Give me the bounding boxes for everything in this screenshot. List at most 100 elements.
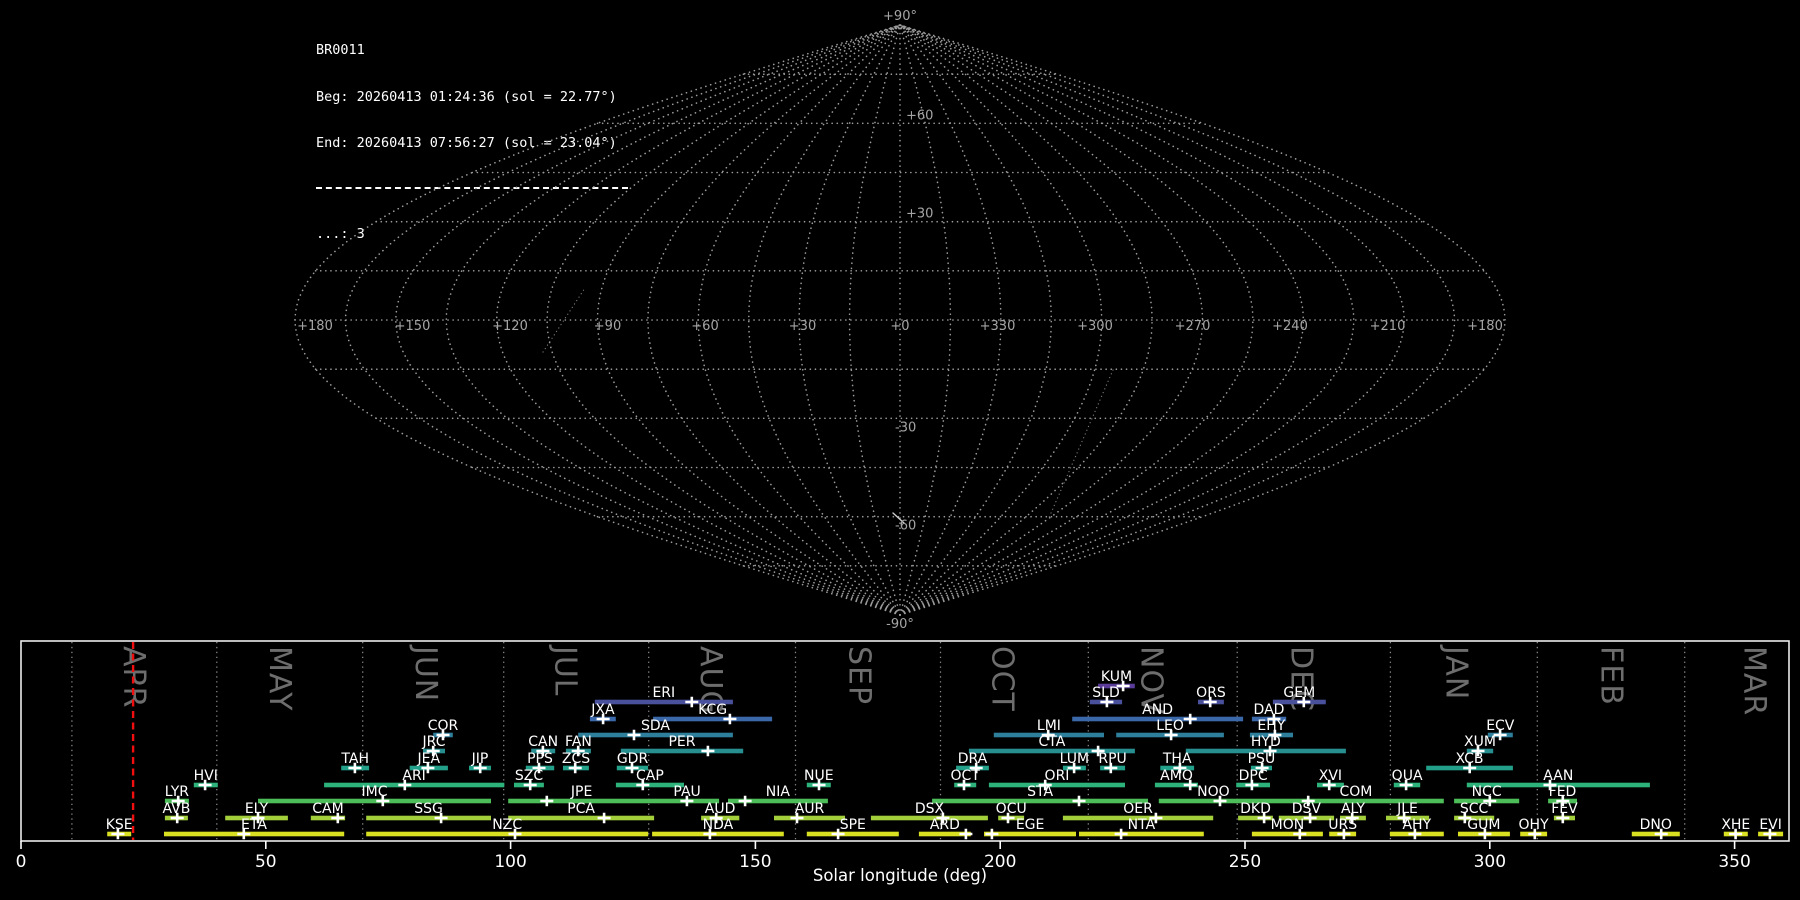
- shower-bars: KUMERI SLD ORS GEMJXA KCG AND DADCOR SDA LMI LEO E…: [106, 669, 1784, 840]
- svg-text:+300: +300: [1077, 319, 1113, 334]
- x-tick-label: 0: [16, 852, 27, 872]
- shower-avb: AVB: [162, 801, 190, 824]
- shower-ahy: AHY: [1389, 817, 1444, 840]
- shower-code: XUM: [1464, 734, 1496, 750]
- shower-code: DNO: [1640, 817, 1672, 833]
- shower-code: NCC: [1472, 784, 1502, 800]
- shower-code: DSX: [915, 801, 945, 817]
- shower-code: STA: [1027, 784, 1053, 800]
- peak-marker: [985, 828, 999, 840]
- shower-ors: ORS: [1196, 685, 1226, 708]
- shower-leo: LEO: [1116, 718, 1224, 741]
- shower-code: PER: [668, 734, 695, 750]
- shower-nzc: NZC: [366, 817, 649, 840]
- shower-eta: ETA: [164, 817, 345, 840]
- shower-xhe: XHE: [1721, 817, 1750, 840]
- peak-marker: [597, 812, 611, 824]
- svg-text:+60: +60: [906, 108, 933, 123]
- shower-xcb: XCB: [1426, 751, 1513, 774]
- shower-code: AUD: [705, 801, 736, 817]
- svg-text:+180: +180: [297, 319, 333, 334]
- shower-ori: ORI: [988, 768, 1125, 791]
- month-label-jan: JAN: [1439, 644, 1474, 700]
- meteor-activity-screen: BR0011 Beg: 20260413 01:24:36 (sol = 22.…: [0, 0, 1800, 900]
- shower-mon: MON: [1251, 817, 1323, 840]
- shower-szc: SZC: [514, 768, 544, 791]
- shower-code: ERI: [652, 685, 675, 701]
- month-label-jul: JUL: [547, 644, 582, 697]
- shower-evi: EVI: [1758, 817, 1784, 840]
- shower-qua: QUA: [1392, 768, 1423, 791]
- shower-code: ARD: [930, 817, 960, 833]
- shower-code: ORI: [1045, 768, 1070, 784]
- shower-imc: IMC: [258, 784, 491, 807]
- shower-code: PCA: [567, 801, 595, 817]
- peak-marker: [1114, 828, 1128, 840]
- shower-ssg: SSG: [366, 801, 491, 824]
- shower-ege: EGE: [984, 817, 1076, 840]
- shower-kse: KSE: [106, 817, 133, 840]
- shower-code: SSG: [414, 801, 443, 817]
- peak-marker: [627, 729, 641, 741]
- shower-code: CAP: [636, 768, 664, 784]
- peak-marker: [738, 795, 752, 807]
- svg-text:+30: +30: [789, 319, 816, 334]
- shower-code: JLE: [1396, 801, 1418, 817]
- svg-text:+240: +240: [1272, 319, 1308, 334]
- x-tick-label: 300: [1474, 852, 1506, 872]
- shower-urs: URS: [1328, 817, 1357, 840]
- peak-marker: [1183, 713, 1197, 725]
- svg-text:+0: +0: [890, 319, 909, 334]
- shower-jip: JIP: [469, 751, 491, 774]
- shower-code: NTA: [1128, 817, 1156, 833]
- svg-text:+270: +270: [1175, 319, 1211, 334]
- shower-zcs: ZCS: [562, 751, 590, 774]
- month-label-feb: FEB: [1594, 646, 1629, 706]
- x-axis-title: Solar longitude (deg): [813, 866, 987, 885]
- shower-code: GEM: [1283, 685, 1315, 701]
- shower-dkd: DKD: [1238, 801, 1273, 824]
- shower-code: HYD: [1251, 734, 1281, 750]
- sky-traces: [542, 287, 1114, 524]
- shower-jxa: JXA: [589, 702, 616, 725]
- shower-sld: SLD: [1089, 685, 1123, 708]
- shower-fev: FEV: [1551, 801, 1578, 824]
- x-tick-label: 250: [1229, 852, 1261, 872]
- shower-rpu: RPU: [1098, 751, 1127, 774]
- svg-text:+30: +30: [906, 207, 933, 222]
- svg-text:+90: +90: [594, 319, 621, 334]
- svg-text:-30: -30: [895, 420, 916, 435]
- shower-dpc: DPC: [1236, 768, 1270, 791]
- month-label-sep: SEP: [842, 646, 877, 705]
- peak-marker: [959, 828, 973, 840]
- month-label-may: MAY: [262, 646, 297, 711]
- shower-aur: AUR: [774, 801, 845, 824]
- shower-code: KUM: [1101, 669, 1132, 685]
- shower-code: DPC: [1239, 768, 1268, 784]
- shower-hvi: HVI: [194, 768, 218, 791]
- svg-text:+60: +60: [691, 319, 718, 334]
- peak-marker: [701, 745, 715, 757]
- shower-code: RPU: [1098, 751, 1126, 767]
- shower-ari: ARI: [324, 768, 505, 791]
- shower-code: AHY: [1402, 817, 1431, 833]
- shower-code: AMO: [1160, 768, 1193, 784]
- shower-code: OCU: [996, 801, 1027, 817]
- shower-code: DKD: [1240, 801, 1271, 817]
- shower-tah: TAH: [340, 751, 370, 774]
- svg-text:+150: +150: [395, 319, 431, 334]
- shower-code: SDA: [641, 718, 670, 734]
- sky-map: +180 +150 +120 +90 +60 +30 +0 +330 +300 +270 +240 +…: [294, 9, 1506, 632]
- shower-code: AND: [1142, 702, 1173, 718]
- shower-cam: CAM: [310, 801, 346, 824]
- month-label-jun: JUN: [408, 644, 443, 702]
- shower-code: COM: [1339, 784, 1372, 800]
- shower-nda: NDA: [652, 817, 784, 840]
- shower-pca: PCA: [508, 801, 655, 824]
- svg-text:-60: -60: [895, 519, 916, 534]
- x-tick-label: 50: [255, 852, 277, 872]
- peak-marker: [1072, 795, 1086, 807]
- shower-code: FEV: [1551, 801, 1578, 817]
- shower-kcg: KCG: [653, 702, 773, 725]
- shower-code: AAN: [1543, 768, 1573, 784]
